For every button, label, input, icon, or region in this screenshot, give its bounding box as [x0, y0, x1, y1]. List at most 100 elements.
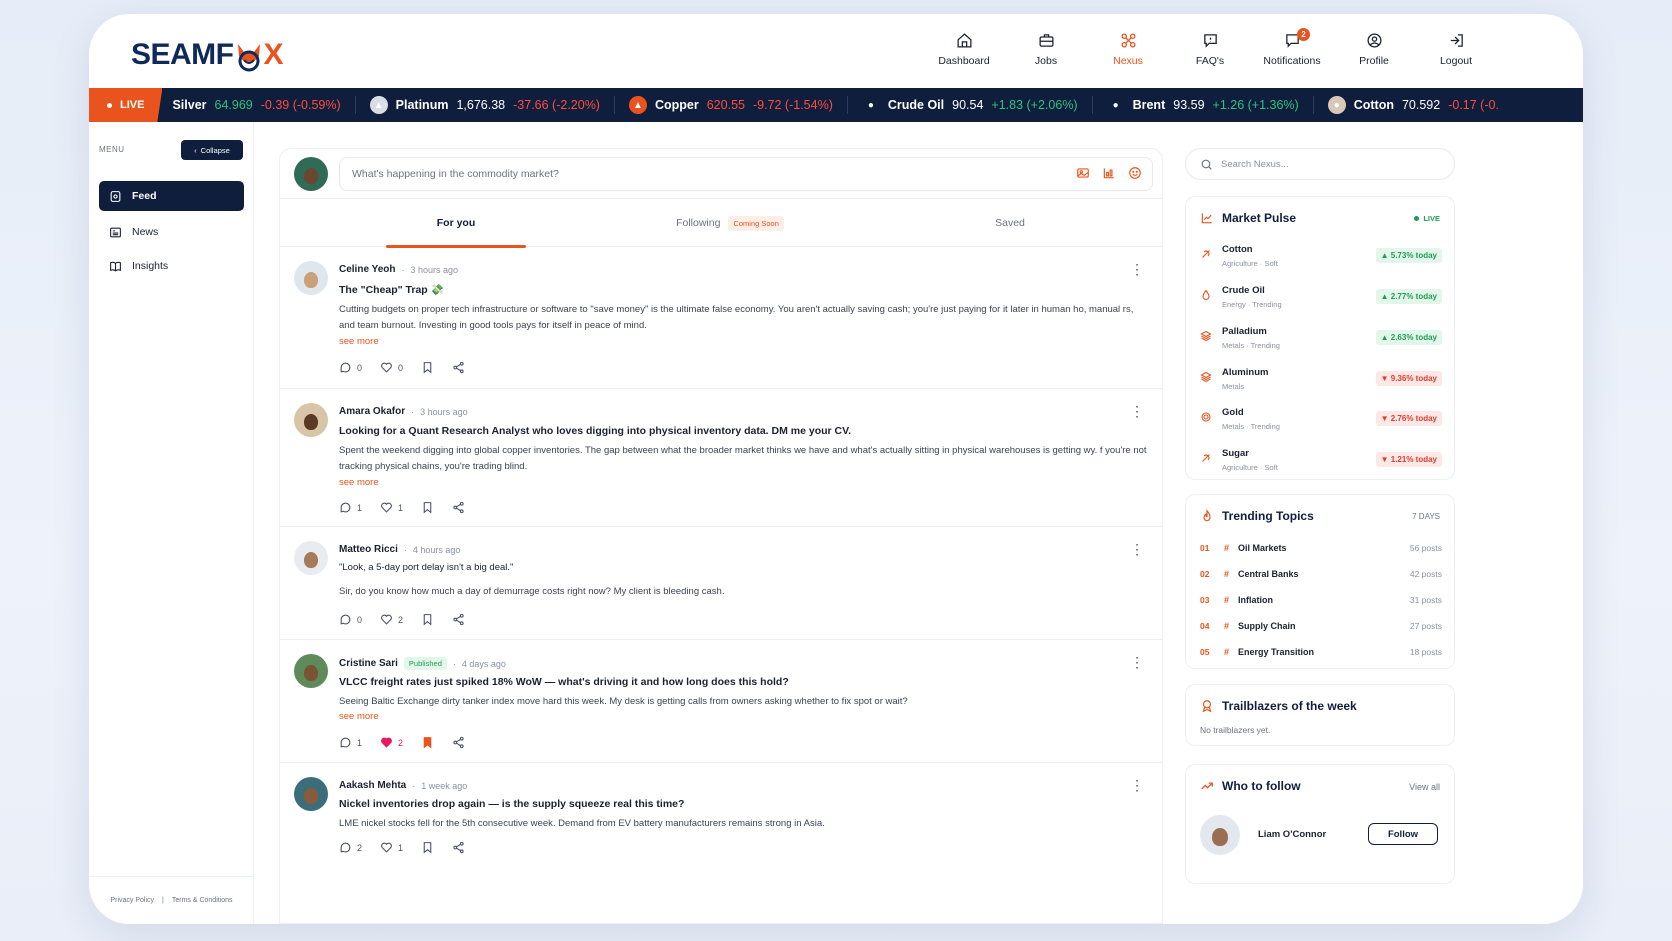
sugar-icon [1202, 454, 1210, 462]
collapse-button[interactable]: ‹ Collapse [181, 140, 243, 160]
nav-notifications[interactable]: 2 Notifications [1251, 28, 1333, 67]
ticker-item[interactable]: ● Crude Oil 90.54 +1.83 (+2.06%) [862, 96, 1093, 114]
ticker-item[interactable]: ▲ Copper 620.55 -9.72 (-1.54%) [628, 96, 848, 114]
search-input[interactable]: Search Nexus... [1185, 148, 1455, 180]
nav-jobs[interactable]: Jobs [1005, 32, 1087, 67]
avatar[interactable] [294, 777, 328, 811]
market-pulse-item[interactable]: Cotton Agriculture · Soft ▲ 5.73% today [1200, 241, 1442, 281]
ticker-change: -0.17 (-0. [1448, 98, 1499, 112]
nav-nexus[interactable]: Nexus [1087, 32, 1169, 67]
market-pulse-item[interactable]: Gold Metals · Trending ▼ 2.76% today [1200, 404, 1442, 444]
card-title: Market Pulse [1222, 211, 1297, 225]
save-button[interactable] [421, 736, 434, 749]
ticker-item[interactable]: Silver 64.969 -0.39 (-0.59%) [172, 96, 356, 114]
comment-button[interactable]: 2 [339, 841, 362, 854]
like-button[interactable]: 0 [380, 361, 403, 374]
privacy-link[interactable]: Privacy Policy [110, 897, 154, 904]
save-button[interactable] [421, 613, 434, 626]
save-button[interactable] [421, 841, 434, 854]
ticker-name: Copper [654, 98, 699, 112]
market-pulse-item[interactable]: Sugar Agriculture · Soft ▼ 1.21% today [1200, 445, 1442, 485]
comment-icon [340, 362, 351, 373]
composer-input[interactable]: What's happening in the commodity market… [339, 157, 1153, 191]
like-button[interactable]: 2 [380, 613, 403, 626]
composer-tools [1076, 166, 1142, 180]
ticker-item[interactable]: ● Brent 93.59 +1.26 (+1.36%) [1107, 96, 1314, 114]
nav-label: Nexus [1113, 55, 1143, 67]
comment-button[interactable]: 1 [339, 501, 362, 514]
trending-topic[interactable]: 01 # Oil Markets 56 posts [1200, 535, 1442, 561]
tab-for-you[interactable]: For you [386, 199, 526, 248]
tab-saved[interactable]: Saved [960, 199, 1060, 247]
nav-dashboard[interactable]: Dashboard [923, 32, 1005, 67]
terms-link[interactable]: Terms & Conditions [172, 897, 233, 904]
see-more-link[interactable]: see more [339, 336, 379, 347]
sidebar-item-feed[interactable]: Feed [99, 181, 244, 211]
save-button[interactable] [421, 361, 434, 374]
book-icon [110, 261, 121, 272]
comment-button[interactable]: 0 [339, 361, 362, 374]
trailblazers-card: Trailblazers of the week No trailblazers… [1185, 684, 1455, 746]
more-options-icon[interactable]: ⋮ [1130, 403, 1144, 420]
avatar[interactable] [294, 403, 328, 437]
author-name[interactable]: Aakash Mehta [339, 780, 406, 791]
author-name[interactable]: Amara Okafor [339, 406, 405, 417]
metal-icon [1200, 330, 1212, 342]
avatar[interactable] [294, 261, 328, 295]
emoji-icon[interactable] [1128, 166, 1142, 180]
like-button[interactable]: 1 [380, 841, 403, 854]
share-button[interactable] [452, 361, 465, 374]
follow-button[interactable]: Follow [1368, 823, 1438, 845]
comment-button[interactable]: 0 [339, 613, 362, 626]
tab-following[interactable]: Following Coming Soon [640, 199, 820, 247]
save-button[interactable] [421, 501, 434, 514]
sidebar-item-news[interactable]: News [99, 217, 244, 247]
market-pulse-item[interactable]: Aluminum Metals ▼ 9.36% today [1200, 364, 1442, 404]
chart-icon[interactable] [1102, 166, 1116, 180]
author-name[interactable]: Celine Yeoh [339, 264, 396, 275]
feed-tabs: For you Following Coming Soon Saved [280, 199, 1162, 248]
share-button[interactable] [452, 736, 465, 749]
nav-profile[interactable]: Profile [1333, 32, 1415, 67]
trending-topic[interactable]: 03 # Inflation 31 posts [1200, 587, 1442, 613]
flame-icon [1203, 509, 1211, 522]
see-more-link[interactable]: see more [339, 477, 379, 488]
like-button[interactable]: 1 [380, 501, 403, 514]
avatar[interactable] [1200, 815, 1240, 855]
more-options-icon[interactable]: ⋮ [1130, 654, 1144, 671]
top-header: SEAMF X Dashboard Jobs Nexus FAQ's 2 Not… [89, 14, 1583, 88]
nav-logout[interactable]: Logout [1415, 32, 1497, 67]
image-icon[interactable] [1076, 166, 1090, 180]
see-more-link[interactable]: see more [339, 711, 379, 722]
commodity-name: Gold [1222, 407, 1244, 418]
trending-topic[interactable]: 02 # Central Banks 42 posts [1200, 561, 1442, 587]
bookmark-icon [423, 842, 432, 854]
market-pulse-item[interactable]: Palladium Metals · Trending ▲ 2.63% toda… [1200, 323, 1442, 363]
nav-faqs[interactable]: FAQ's [1169, 32, 1251, 67]
sidebar-item-insights[interactable]: Insights [99, 251, 244, 281]
ticker-item[interactable]: ● Cotton 70.592 -0.17 (-0. [1327, 96, 1499, 114]
ticker-name: Silver [172, 98, 207, 112]
like-button[interactable]: 2 [380, 736, 403, 749]
author-name[interactable]: Matteo Ricci [339, 544, 398, 555]
more-options-icon[interactable]: ⋮ [1130, 777, 1144, 794]
share-button[interactable] [452, 501, 465, 514]
share-button[interactable] [452, 613, 465, 626]
view-all-link[interactable]: View all [1409, 782, 1440, 792]
main-nav: Dashboard Jobs Nexus FAQ's 2 Notificatio… [923, 28, 1497, 67]
ticker-item[interactable]: ▲ Platinum 1,676.38 -37.66 (-2.20%) [369, 96, 615, 114]
brand-logo[interactable]: SEAMF X [131, 34, 284, 78]
market-pulse-item[interactable]: Crude Oil Energy · Trending ▲ 2.77% toda… [1200, 282, 1442, 322]
avatar[interactable] [294, 541, 328, 575]
comment-button[interactable]: 1 [339, 736, 362, 749]
author-name[interactable]: Cristine Sari [339, 658, 398, 669]
comment-count: 1 [357, 502, 363, 513]
trending-topic[interactable]: 04 # Supply Chain 27 posts [1200, 613, 1442, 639]
suggested-user-name[interactable]: Liam O'Connor [1258, 829, 1326, 840]
avatar[interactable] [294, 654, 328, 688]
feed-panel: What's happening in the commodity market… [279, 148, 1163, 924]
more-options-icon[interactable]: ⋮ [1130, 541, 1144, 558]
trending-topic[interactable]: 05 # Energy Transition 18 posts [1200, 639, 1442, 665]
share-button[interactable] [452, 841, 465, 854]
more-options-icon[interactable]: ⋮ [1130, 261, 1144, 278]
